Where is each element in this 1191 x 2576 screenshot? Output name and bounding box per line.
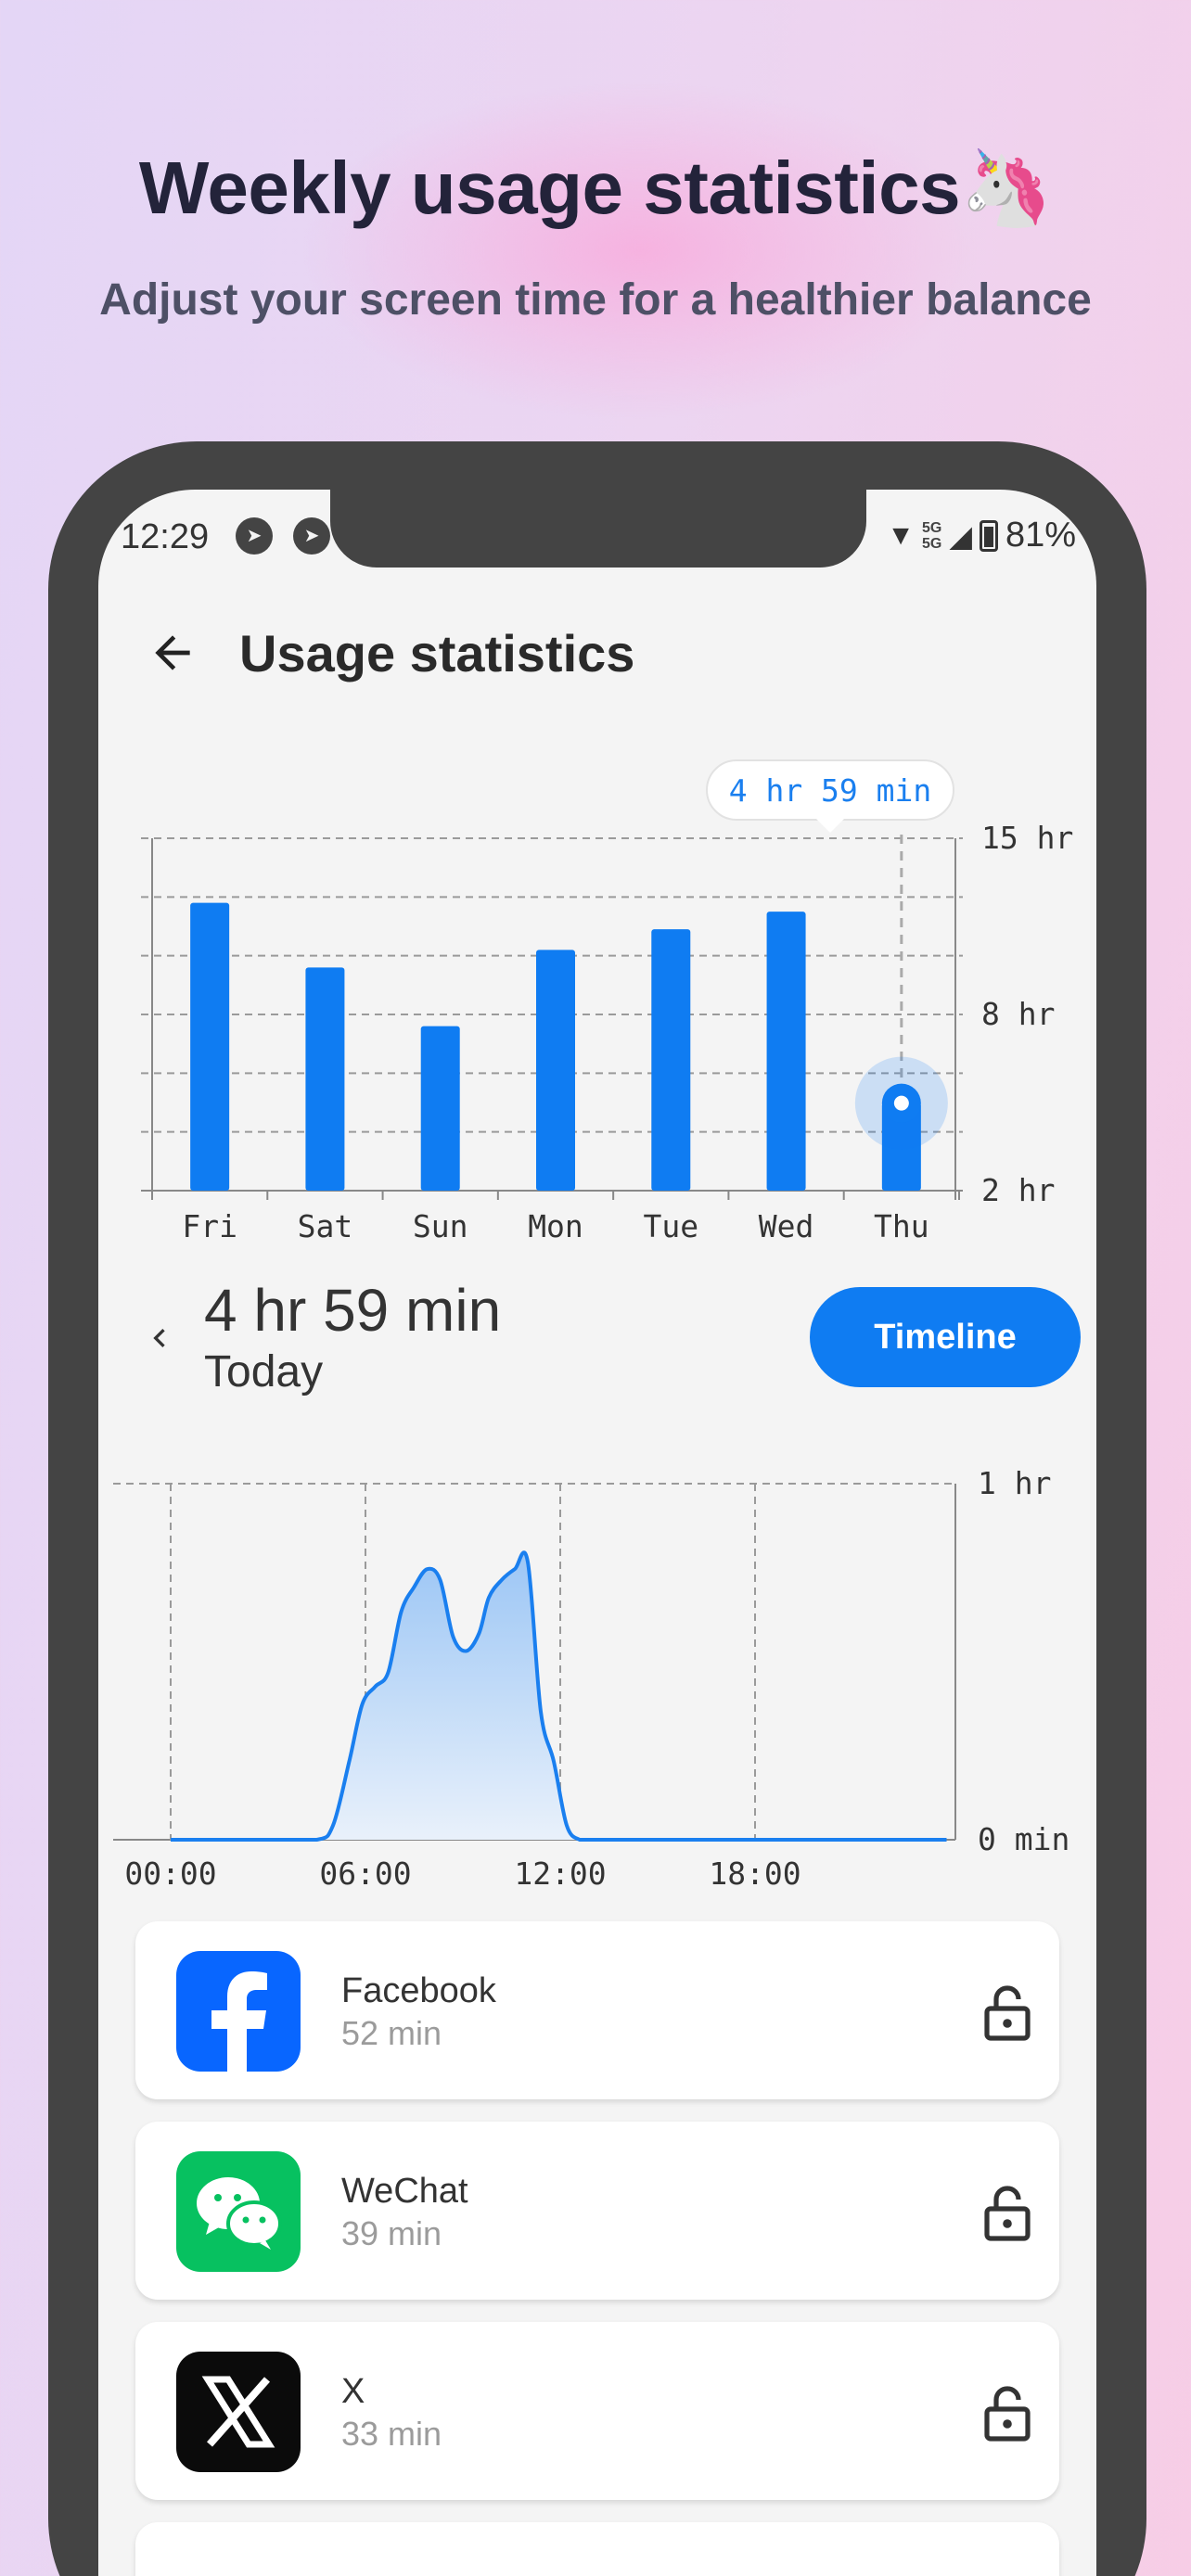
app-card-facebook[interactable]: Facebook 52 min [135,1921,1059,2099]
x-tick-label: 00:00 [124,1855,216,1892]
app-time: 39 min [341,2214,442,2252]
y-tick-label: 1 hr [978,1465,1051,1501]
wechat-icon [176,2151,301,2272]
app-card-partial[interactable] [135,2522,1059,2576]
app-card-wechat[interactable]: WeChat 39 min [135,2122,1059,2300]
promo-subtitle: Adjust your screen time for a healthier … [99,275,1092,325]
lock-icon[interactable] [981,2383,1033,2442]
app-card-x[interactable]: X 33 min [135,2322,1059,2500]
x-tick-label: 18:00 [709,1855,800,1892]
app-name: WeChat [341,2172,468,2211]
y-tick-label: 0 min [978,1821,1069,1857]
hourly-usage-chart: 00:00 06:00 12:00 18:00 0 min 1 hr [113,1465,1069,1892]
app-name: Facebook [341,1971,496,2010]
phone-screen: 12:29 ➤ ➤ ▼ 5G 5G ◢ 81% Usage statistics… [98,490,1096,2576]
promo-title: Weekly usage statistics🦄 [138,147,1053,229]
x-icon [176,2352,301,2472]
usage-line [171,1550,947,1843]
x-tick-label: 06:00 [319,1855,411,1892]
app-time: 52 min [341,2014,442,2052]
lock-icon[interactable] [981,2183,1033,2242]
app-name: X [341,2372,365,2411]
app-time: 33 min [341,2415,442,2453]
x-tick-label: 12:00 [514,1855,606,1892]
facebook-icon [176,1951,301,2072]
lock-icon[interactable] [981,1983,1033,2042]
